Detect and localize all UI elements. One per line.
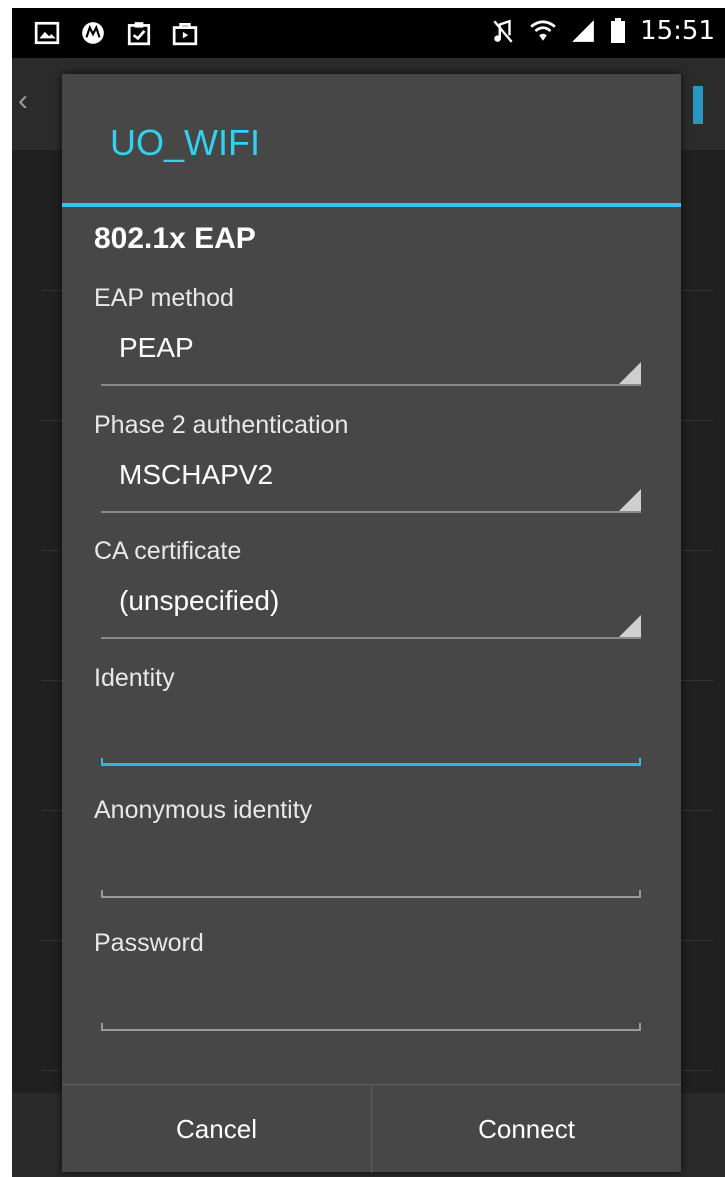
eap-method-label: EAP method <box>94 284 234 312</box>
dialog-button-bar: Cancel Connect <box>62 1084 681 1173</box>
clipboard-check-icon <box>127 22 151 46</box>
field-tick <box>639 890 641 898</box>
identity-label: Identity <box>94 664 175 692</box>
battery-icon <box>611 18 626 43</box>
clock-time: 15:51 <box>640 16 715 46</box>
phone-screen: 15:51 ‹ UO_WIFI 802.1x EAP EAP method PE… <box>12 8 725 1177</box>
connect-button[interactable]: Connect <box>372 1085 681 1173</box>
identity-field-wrap <box>101 716 645 766</box>
spinner-underline <box>101 637 641 639</box>
anonymous-identity-label: Anonymous identity <box>94 796 313 824</box>
field-tick <box>101 890 103 898</box>
cancel-button[interactable]: Cancel <box>62 1085 371 1173</box>
wifi-config-dialog: UO_WIFI 802.1x EAP EAP method PEAP Phase… <box>62 74 681 1173</box>
password-input[interactable] <box>101 981 645 1029</box>
field-underline <box>101 763 641 766</box>
back-chevron-icon: ‹ <box>18 84 28 117</box>
shopping-bag-icon <box>172 22 198 46</box>
mute-icon <box>493 19 513 43</box>
phase2-value: MSCHAPV2 <box>119 459 274 490</box>
anonymous-identity-input[interactable] <box>101 848 645 896</box>
wifi-icon <box>530 20 556 41</box>
title-divider <box>62 203 681 207</box>
identity-input[interactable] <box>101 716 645 764</box>
field-tick <box>639 1023 641 1031</box>
dropdown-arrow-icon <box>619 362 641 384</box>
image-icon <box>34 21 60 45</box>
dropdown-arrow-icon <box>619 615 641 637</box>
eap-method-value: PEAP <box>119 332 194 363</box>
spinner-underline <box>101 511 641 513</box>
phase2-label: Phase 2 authentication <box>94 411 349 439</box>
password-field-wrap <box>101 981 645 1031</box>
phase2-spinner[interactable]: MSCHAPV2 <box>101 451 641 513</box>
anonymous-identity-field-wrap <box>101 848 645 898</box>
security-type: 802.1x EAP <box>94 222 256 255</box>
field-underline <box>101 1029 641 1031</box>
background-accent-bar <box>693 86 703 124</box>
field-underline <box>101 896 641 898</box>
dropdown-arrow-icon <box>619 489 641 511</box>
field-tick <box>101 758 103 766</box>
signal-icon <box>572 20 594 42</box>
ca-certificate-label: CA certificate <box>94 537 242 565</box>
ca-certificate-value: (unspecified) <box>119 585 280 616</box>
motorola-icon <box>82 22 104 44</box>
ca-certificate-spinner[interactable]: (unspecified) <box>101 577 641 639</box>
field-tick <box>639 758 641 766</box>
password-label: Password <box>94 929 204 957</box>
dialog-title: UO_WIFI <box>110 122 260 163</box>
spinner-underline <box>101 384 641 386</box>
field-tick <box>101 1023 103 1031</box>
eap-method-spinner[interactable]: PEAP <box>101 324 641 386</box>
status-bar: 15:51 <box>12 8 725 58</box>
